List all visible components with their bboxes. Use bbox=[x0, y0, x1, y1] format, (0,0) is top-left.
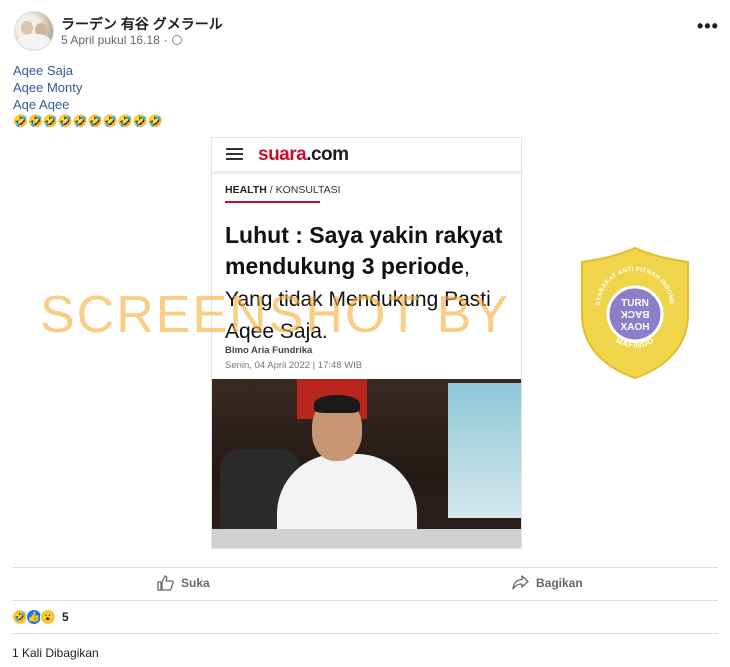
badge-line1: TURN bbox=[621, 298, 649, 309]
menu-icon bbox=[226, 148, 243, 160]
desk bbox=[212, 529, 521, 548]
reactions-summary[interactable]: 🤣 👍 😮 5 bbox=[12, 609, 69, 625]
like-label: Suka bbox=[181, 576, 210, 590]
post-timestamp[interactable]: 5 April pukul 16.18 bbox=[61, 33, 160, 47]
article-header: suara.com bbox=[212, 138, 521, 174]
subcategory-label: / KONSULTASI bbox=[269, 184, 341, 196]
shares-count[interactable]: 1 Kali Dibagikan bbox=[12, 646, 99, 660]
post-text-line: Aqe Aqee bbox=[13, 97, 70, 112]
post-text-line: Aqee Saja bbox=[13, 63, 73, 78]
avatar[interactable] bbox=[14, 11, 54, 51]
more-options-icon[interactable]: ••• bbox=[697, 16, 719, 37]
article-date: Senin, 04 April 2022 | 17:48 WIB bbox=[225, 360, 363, 371]
share-label: Bagikan bbox=[536, 575, 583, 590]
person-hair bbox=[314, 395, 360, 413]
like-button[interactable]: Suka bbox=[157, 575, 210, 591]
share-button[interactable]: Bagikan bbox=[512, 575, 583, 590]
article-category: HEALTH / KONSULTASI bbox=[225, 184, 341, 196]
avatar-face bbox=[21, 21, 33, 35]
screenshot-watermark: SCREENSHOT BY bbox=[40, 286, 511, 344]
share-icon bbox=[512, 575, 529, 590]
category-underline bbox=[225, 201, 320, 203]
author-name[interactable]: ラーデン 有谷 グメラール bbox=[61, 14, 223, 34]
post-text-line: Aqee Monty bbox=[13, 80, 83, 95]
suara-logo: suara.com bbox=[258, 144, 349, 165]
post-meta: 5 April pukul 16.18 · bbox=[61, 33, 182, 47]
article-photo bbox=[212, 379, 521, 548]
monitor-backdrop bbox=[448, 383, 521, 518]
badge-line2: BACK bbox=[620, 308, 650, 319]
divider bbox=[12, 600, 718, 601]
avatar-robe bbox=[17, 34, 51, 50]
thumbs-up-icon bbox=[157, 575, 174, 591]
divider bbox=[12, 567, 718, 568]
divider bbox=[12, 633, 718, 634]
emoji-line: 🤣🤣🤣🤣🤣🤣🤣🤣🤣🤣 bbox=[13, 114, 163, 128]
category-label: HEALTH bbox=[225, 184, 267, 196]
article-byline: Bimo Aria Fundrika bbox=[225, 345, 313, 356]
globe-icon[interactable] bbox=[171, 35, 182, 45]
badge-line3: HOAX bbox=[620, 322, 649, 333]
reactions-count: 5 bbox=[62, 610, 69, 624]
wow-reaction-icon: 😮 bbox=[40, 609, 56, 625]
headline-main: Luhut : Saya yakin rakyat mendukung 3 pe… bbox=[225, 222, 503, 279]
turnbackhoax-badge-icon: TURN BACK HOAX MASYARAKAT ANTI FITNAH IN… bbox=[578, 244, 689, 380]
post-text: Aqee Saja Aqee Monty Aqe Aqee bbox=[13, 62, 82, 113]
